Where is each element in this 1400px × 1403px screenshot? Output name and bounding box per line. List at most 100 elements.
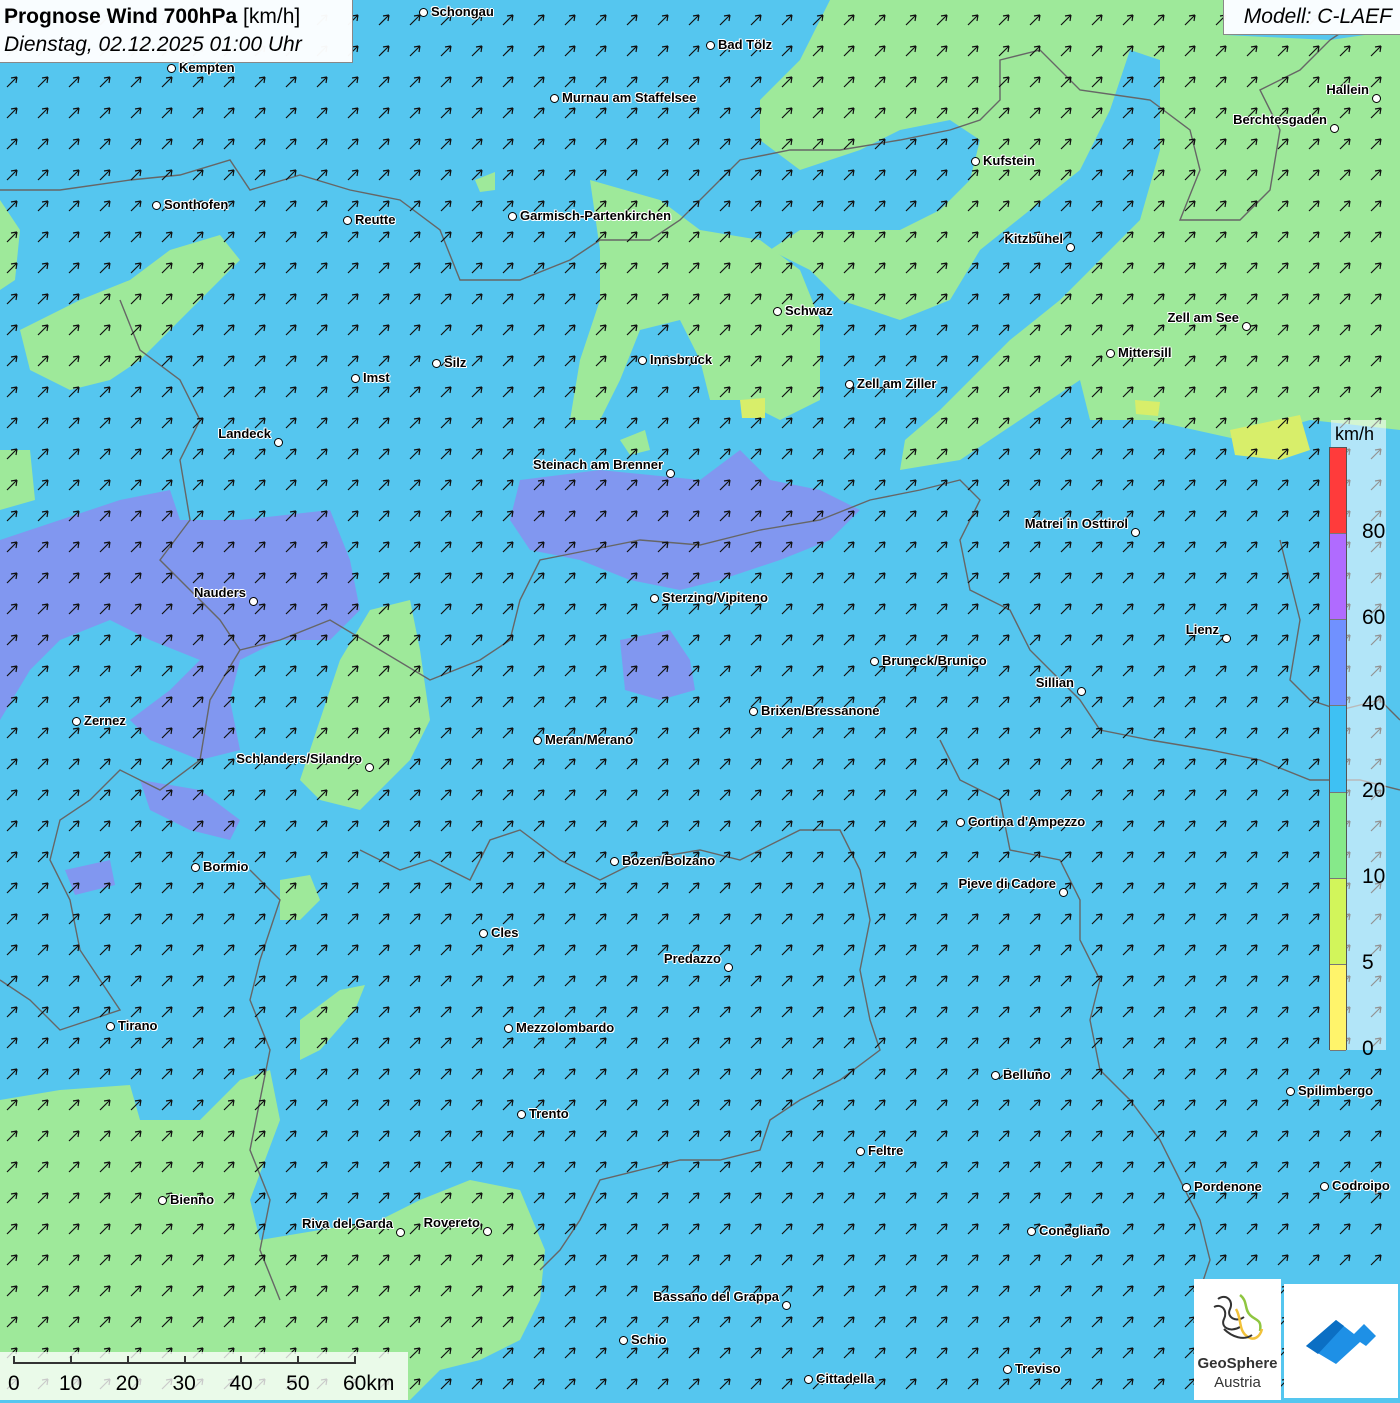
city-marker [504,1024,513,1033]
geosphere-country: Austria [1214,1374,1261,1391]
city-marker [773,307,782,316]
city-label: Riva del Garda [301,1216,393,1231]
scale-tick [126,1356,129,1364]
city-label: Codroipo [1332,1178,1390,1193]
scale-label: 30 [172,1372,196,1395]
city-marker [274,438,283,447]
scale-label: 60km [343,1372,395,1395]
city-label: Rovereto [423,1215,480,1230]
geosphere-name: GeoSphere [1197,1355,1278,1372]
city-marker [106,1022,115,1031]
legend-color-segment [1330,448,1346,535]
city-marker [517,1110,526,1119]
city-label: Nauders [193,585,246,600]
legend-colorbar [1329,447,1347,1051]
scale-tick [297,1356,300,1364]
city-label: Innsbruck [650,352,713,367]
city-label: Conegliano [1039,1223,1110,1238]
city-marker [550,94,559,103]
city-marker [1182,1183,1191,1192]
city-marker [1003,1365,1012,1374]
scale-label: 50 [286,1372,310,1395]
city-label: Zell am See [1167,310,1239,325]
city-label: Cles [491,925,519,940]
city-label: Trento [529,1106,569,1121]
city-marker [782,1301,791,1310]
color-legend: km/h 80 60 40 20 10 5 0 [1329,420,1386,1060]
city-marker [533,736,542,745]
city-marker [396,1228,405,1237]
yellow-zone-small [740,398,765,418]
city-marker [1320,1182,1329,1191]
scale-label: 0 [8,1372,20,1395]
legend-color-segment [1330,792,1346,879]
city-label: Brixen/Bressanone [761,703,880,718]
city-label: Landeck [218,426,271,441]
city-marker [971,157,980,166]
city-marker [856,1147,865,1156]
city-label: Murnau am Staffelsee [562,90,697,105]
city-marker [1222,634,1231,643]
city-label: Belluno [1003,1067,1051,1082]
city-marker [72,717,81,726]
yellow-zone-small-2 [1135,400,1160,416]
city-label: Silz [444,355,467,370]
city-marker [343,216,352,225]
city-label: Berchtesgaden [1233,112,1327,127]
city-marker [619,1336,628,1345]
city-marker [1106,349,1115,358]
city-marker [650,594,659,603]
city-label: Mezzolombardo [516,1020,615,1035]
city-label: Schio [631,1332,667,1347]
city-marker [1131,528,1140,537]
legend-tick-label: 80 [1362,520,1386,544]
city-marker [1286,1087,1295,1096]
geosphere-mark-icon [1213,1294,1264,1340]
city-marker [158,1196,167,1205]
city-label: Sonthofen [164,197,229,212]
city-marker [956,818,965,827]
scale-label: 40 [229,1372,253,1395]
city-marker [1077,687,1086,696]
city-label: Schlanders/Silandro [236,751,362,766]
city-label: Predazzo [663,951,721,966]
scale-tick [183,1356,186,1364]
legend-tick-label: 40 [1362,692,1386,716]
city-marker [249,597,258,606]
forecast-time: Dienstag, 02.12.2025 01:00 Uhr [4,33,302,56]
city-label: Bad Tölz [718,37,773,52]
city-label: Zernez [84,713,126,728]
city-label: Tirano [118,1018,158,1033]
legend-unit: km/h [1335,424,1375,444]
scale-tick [240,1356,243,1364]
scale-tick [69,1356,72,1364]
city-marker [1066,243,1075,252]
city-marker [1242,322,1251,331]
city-label: Garmisch-Partenkirchen [520,208,672,223]
legend-tick-label: 0 [1362,1037,1374,1060]
city-label: Spilimbergo [1298,1083,1374,1098]
city-marker [479,929,488,938]
city-label: Steinach am Brenner [532,457,663,472]
city-marker [508,212,517,221]
city-label: Zell am Ziller [857,376,937,391]
legend-color-segment [1330,534,1346,621]
city-marker [351,374,360,383]
legend-tick-label: 10 [1362,864,1386,888]
city-marker [1330,124,1339,133]
city-label: Pieve di Cadore [958,876,1056,891]
city-marker [419,8,428,17]
city-label: Lienz [1185,622,1219,637]
title-main: Prognose Wind 700hPa [4,5,238,28]
title-unit: [km/h] [243,5,301,28]
city-label: Mittersill [1118,345,1172,360]
title-panel: Prognose Wind 700hPa [km/h] Dienstag, 02… [0,0,353,63]
legend-color-segment [1330,706,1346,793]
city-marker [749,707,758,716]
city-marker [845,380,854,389]
city-marker [804,1375,813,1384]
app-mark-icon [1306,1320,1376,1364]
city-label: Feltre [868,1143,904,1158]
scale-tick [354,1356,356,1364]
city-label: Hallein [1326,82,1369,97]
